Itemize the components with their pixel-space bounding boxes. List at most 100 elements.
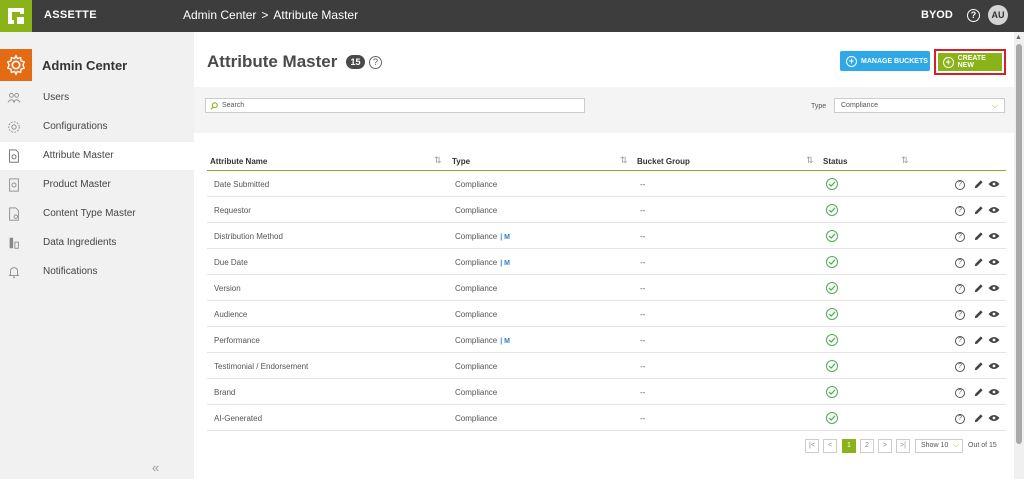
view-eye-icon[interactable] [988, 310, 1000, 318]
create-new-button[interactable]: + CREATE NEW [938, 53, 1002, 71]
row-help-icon[interactable]: ? [955, 180, 965, 190]
scroll-thumb[interactable] [1016, 44, 1022, 444]
row-help-icon[interactable]: ? [955, 284, 965, 294]
prev-page-button[interactable]: < [823, 439, 837, 453]
sort-icon[interactable]: ⇅ [901, 155, 909, 166]
sidebar-item-data-ingredients[interactable]: Data Ingredients [0, 229, 194, 257]
edit-pencil-icon[interactable] [973, 413, 984, 424]
title-help-icon[interactable]: ? [369, 56, 382, 69]
row-help-icon[interactable]: ? [955, 414, 965, 424]
view-eye-icon[interactable] [988, 388, 1000, 396]
view-eye-icon[interactable] [988, 336, 1000, 344]
edit-pencil-icon[interactable] [973, 179, 984, 190]
column-header-attribute-name[interactable]: Attribute Name [210, 157, 267, 166]
table-row[interactable]: Distribution Method Compliance | M --? [207, 223, 1006, 249]
scroll-up-icon[interactable]: ▲ [1015, 34, 1022, 41]
view-eye-icon[interactable] [988, 206, 1000, 214]
type-value: Compliance [455, 206, 498, 215]
workspace-name[interactable]: BYOD [921, 9, 953, 21]
row-help-icon[interactable]: ? [955, 336, 965, 346]
table-row[interactable]: Requestor Compliance --? [207, 197, 1006, 223]
page-size-select[interactable]: Show 10 ⌵ [915, 439, 963, 453]
sidebar-title: Admin Center [42, 58, 128, 73]
table-row[interactable]: AI-Generated Compliance --? [207, 405, 1006, 431]
attribute-name-cell: Version [214, 284, 241, 293]
sidebar-item-notifications[interactable]: Notifications [0, 258, 194, 286]
column-header-type[interactable]: Type [452, 157, 470, 166]
table-row[interactable]: Date Submitted Compliance --? [207, 171, 1006, 197]
chevron-down-icon: ⌵ [991, 101, 998, 110]
sort-icon[interactable]: ⇅ [434, 155, 442, 166]
next-page-button[interactable]: > [878, 439, 892, 453]
edit-pencil-icon[interactable] [973, 205, 984, 216]
view-eye-icon[interactable] [988, 414, 1000, 422]
table-row[interactable]: Testimonial / Endorsement Compliance --? [207, 353, 1006, 379]
edit-pencil-icon[interactable] [973, 335, 984, 346]
search-input[interactable]: Search [205, 98, 585, 113]
sidebar-item-users[interactable]: Users [0, 84, 194, 112]
view-eye-icon[interactable] [988, 362, 1000, 370]
table-row[interactable]: Audience Compliance --? [207, 301, 1006, 327]
edit-pencil-icon[interactable] [973, 257, 984, 268]
table-row[interactable]: Performance Compliance | M --? [207, 327, 1006, 353]
sidebar-item-label: Users [43, 92, 70, 103]
status-active-icon [826, 360, 838, 372]
breadcrumb-root[interactable]: Admin Center [183, 8, 256, 22]
view-eye-icon[interactable] [988, 232, 1000, 240]
sidebar-item-label: Configurations [43, 121, 108, 132]
help-icon[interactable]: ? [967, 9, 980, 22]
breadcrumb-current: Attribute Master [273, 8, 359, 22]
row-help-icon[interactable]: ? [955, 206, 965, 216]
search-placeholder: Search [222, 102, 245, 109]
sidebar-item-product-master[interactable]: Product Master [0, 171, 194, 199]
view-eye-icon[interactable] [988, 258, 1000, 266]
sort-icon[interactable]: ⇅ [620, 155, 628, 166]
row-help-icon[interactable]: ? [955, 388, 965, 398]
type-cell: Compliance | M [455, 232, 510, 241]
column-header-status[interactable]: Status [823, 157, 847, 166]
scrollbar[interactable]: ▲ [1014, 32, 1024, 479]
edit-pencil-icon[interactable] [973, 309, 984, 320]
avatar[interactable]: AU [988, 5, 1008, 25]
row-help-icon[interactable]: ? [955, 232, 965, 242]
view-eye-icon[interactable] [988, 284, 1000, 292]
view-eye-icon[interactable] [988, 180, 1000, 188]
app-logo[interactable] [0, 0, 32, 32]
type-cell: Compliance [455, 414, 500, 423]
row-help-icon[interactable]: ? [955, 258, 965, 268]
row-help-icon[interactable]: ? [955, 310, 965, 320]
sidebar: Admin Center Users Configurations Attrib… [0, 32, 194, 479]
manage-buckets-button[interactable]: + MANAGE BUCKETS [840, 51, 930, 71]
sidebar-item-content-type-master[interactable]: Content Type Master [0, 200, 194, 228]
sidebar-item-configurations[interactable]: Configurations [0, 113, 194, 141]
page-1-button[interactable]: 1 [842, 439, 856, 453]
table-row[interactable]: Due Date Compliance | M --? [207, 249, 1006, 275]
type-cell: Compliance [455, 206, 500, 215]
last-page-button[interactable]: >| [896, 439, 910, 453]
logo-icon [8, 8, 24, 24]
table-row[interactable]: Brand Compliance --? [207, 379, 1006, 405]
type-filter-select[interactable]: Compliance ⌵ [834, 98, 1005, 113]
column-header-bucket-group[interactable]: Bucket Group [637, 157, 690, 166]
edit-pencil-icon[interactable] [973, 387, 984, 398]
sidebar-item-attribute-master[interactable]: Attribute Master [0, 142, 194, 170]
page-2-button[interactable]: 2 [860, 439, 874, 453]
type-value: Compliance [455, 232, 498, 241]
sort-icon[interactable]: ⇅ [806, 155, 814, 166]
type-cell: Compliance [455, 310, 500, 319]
attribute-name-cell: Performance [214, 336, 260, 345]
type-filter-value: Compliance [841, 102, 878, 109]
table-row[interactable]: Version Compliance --? [207, 275, 1006, 301]
type-value: Compliance [455, 284, 498, 293]
edit-pencil-icon[interactable] [973, 231, 984, 242]
type-value: Compliance [455, 336, 498, 345]
edit-pencil-icon[interactable] [973, 283, 984, 294]
first-page-button[interactable]: |< [805, 439, 819, 453]
edit-pencil-icon[interactable] [973, 361, 984, 372]
chevron-down-icon: ⌵ [953, 442, 959, 449]
collapse-sidebar-icon[interactable]: « [152, 460, 159, 475]
breadcrumb: Admin Center > Attribute Master [183, 8, 358, 22]
row-help-icon[interactable]: ? [955, 362, 965, 372]
sidebar-item-label: Notifications [43, 266, 98, 277]
count-badge: 15 [346, 55, 365, 69]
